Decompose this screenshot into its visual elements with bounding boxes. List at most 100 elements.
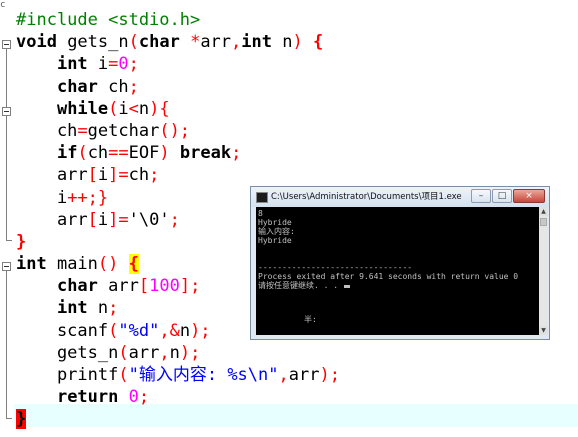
code-token: i bbox=[118, 98, 129, 119]
code-token: ++;} bbox=[67, 187, 109, 208]
code-token: return bbox=[56, 387, 119, 408]
code-line[interactable]: return 0; bbox=[16, 386, 340, 408]
code-token: arr bbox=[16, 209, 88, 230]
scroll-up-icon[interactable]: ▲ bbox=[539, 207, 548, 216]
code-token: main bbox=[46, 254, 98, 275]
code-token: n bbox=[87, 298, 109, 319]
code-token: ; bbox=[149, 165, 160, 186]
code-line[interactable]: int i=0; bbox=[16, 53, 340, 75]
code-token: n bbox=[272, 32, 293, 53]
ime-indicator: 半: bbox=[304, 315, 317, 324]
code-token: getchar bbox=[87, 120, 160, 141]
code-token: ; bbox=[138, 387, 150, 408]
code-line[interactable]: ch=getchar(); bbox=[16, 120, 340, 142]
code-token: ); bbox=[319, 365, 340, 385]
code-token: gets_n bbox=[56, 32, 129, 53]
code-token: == bbox=[108, 143, 129, 164]
code-token: ) bbox=[159, 143, 170, 164]
code-line[interactable]: } bbox=[16, 408, 340, 430]
code-token: ( bbox=[77, 143, 88, 164]
maximize-button[interactable]: □ bbox=[492, 189, 512, 203]
code-token: 0 bbox=[118, 54, 129, 75]
code-line[interactable]: void gets_n(char *arr,int n) { bbox=[16, 31, 340, 53]
close-button[interactable]: × bbox=[513, 189, 545, 203]
fold-toggle-icon[interactable] bbox=[2, 262, 11, 271]
code-line[interactable]: arr[i]=ch; bbox=[16, 164, 340, 186]
console-titlebar[interactable]: C:\Users\Administrator\Documents\项目1.exe… bbox=[251, 187, 549, 207]
console-line: Hybride bbox=[258, 236, 292, 245]
gutter-corner-mark: c bbox=[0, 0, 6, 10]
fold-toggle-icon[interactable] bbox=[2, 40, 11, 49]
console-output[interactable]: 8 Hybride 输入内容: Hybride ----------------… bbox=[256, 207, 539, 335]
fold-line bbox=[6, 271, 7, 418]
code-token: ) bbox=[292, 32, 303, 53]
code-token: { bbox=[128, 254, 139, 275]
code-token: n bbox=[138, 98, 150, 119]
code-token: int bbox=[56, 298, 88, 319]
code-token: ( bbox=[118, 365, 129, 385]
scroll-down-icon[interactable]: ▼ bbox=[539, 326, 548, 335]
code-token: ch bbox=[87, 143, 109, 164]
code-token: ; bbox=[231, 143, 242, 164]
code-token: [ bbox=[87, 209, 98, 230]
code-token: n bbox=[169, 342, 180, 363]
code-token: arr bbox=[128, 342, 160, 363]
code-token: int bbox=[241, 32, 272, 53]
code-line[interactable]: gets_n(arr,n); bbox=[16, 342, 340, 364]
code-token: , bbox=[231, 32, 242, 53]
fold-line bbox=[6, 49, 7, 240]
code-token: ; bbox=[128, 76, 139, 97]
code-line[interactable]: if(ch==EOF) break; bbox=[16, 142, 340, 164]
code-token: ; bbox=[108, 298, 119, 319]
code-token: 0 bbox=[128, 387, 139, 408]
console-title: C:\Users\Administrator\Documents\项目1.exe bbox=[271, 192, 462, 202]
code-token: ch bbox=[128, 165, 150, 186]
code-token: '\0' bbox=[128, 209, 170, 230]
code-token: 100 bbox=[149, 276, 180, 297]
console-line: Process exited after 9.641 seconds with … bbox=[258, 272, 519, 281]
code-token: arr bbox=[16, 165, 88, 186]
code-token: printf bbox=[16, 365, 119, 385]
code-token: "输入内容: %s\n" bbox=[128, 365, 279, 385]
code-token: char bbox=[138, 32, 180, 53]
code-line[interactable]: printf("输入内容: %s\n",arr); bbox=[16, 364, 340, 386]
code-line[interactable]: char ch; bbox=[16, 76, 340, 98]
code-token: arr bbox=[288, 365, 320, 385]
code-token: } bbox=[16, 231, 27, 252]
code-token: [ bbox=[87, 165, 98, 186]
code-token: ( bbox=[108, 98, 119, 119]
scroll-thumb[interactable] bbox=[540, 218, 547, 226]
code-token: ( bbox=[108, 320, 119, 341]
code-token: < bbox=[128, 98, 139, 119]
console-line: Hybride bbox=[258, 218, 292, 227]
code-token: ( bbox=[128, 32, 139, 53]
code-token: ch bbox=[97, 76, 129, 97]
console-window[interactable]: C:\Users\Administrator\Documents\项目1.exe… bbox=[250, 186, 550, 340]
fold-toggle-icon[interactable] bbox=[2, 107, 11, 116]
code-line[interactable]: while(i<n){ bbox=[16, 98, 340, 120]
console-line: 输入内容: bbox=[258, 227, 295, 236]
code-token: int bbox=[56, 54, 88, 75]
code-token: = bbox=[77, 120, 88, 141]
code-token: ]= bbox=[108, 209, 129, 230]
code-token: (); bbox=[159, 120, 191, 141]
code-line[interactable]: #include <stdio.h> bbox=[16, 9, 340, 31]
fold-end-marker bbox=[6, 240, 12, 241]
console-scrollbar[interactable]: ▲ ▼ bbox=[539, 207, 548, 335]
code-token: int bbox=[16, 254, 47, 275]
code-token: ( bbox=[118, 342, 129, 363]
code-token: ch bbox=[16, 120, 78, 141]
code-token: ); bbox=[179, 342, 201, 363]
code-token: arr bbox=[97, 276, 139, 297]
code-token: n bbox=[179, 320, 191, 341]
code-token: ; bbox=[128, 54, 139, 75]
code-token: break bbox=[179, 143, 232, 164]
minimize-button[interactable]: – bbox=[471, 189, 491, 203]
